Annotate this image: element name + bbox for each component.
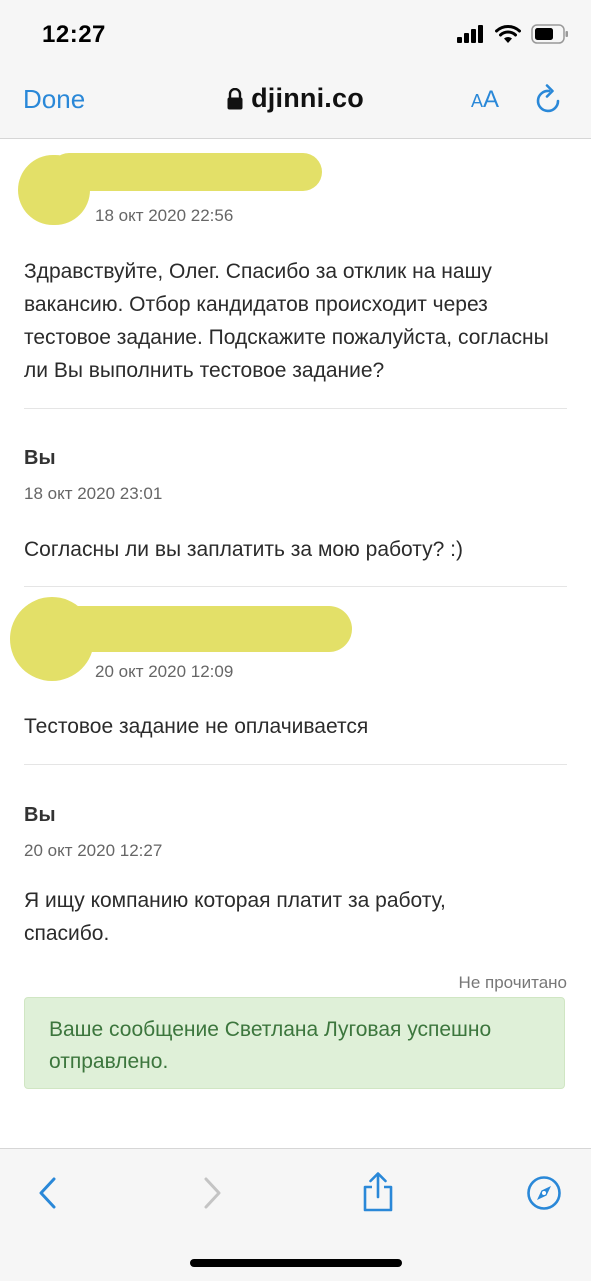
status-bar: 12:27 bbox=[0, 0, 591, 66]
message-text: Я ищу компанию которая платит за работу,… bbox=[24, 889, 446, 945]
message-text: Здравствуйте, Олег. Спасибо за отклик на… bbox=[24, 260, 549, 382]
divider bbox=[24, 764, 567, 765]
message-sender: Вы bbox=[24, 804, 56, 826]
browser-nav-bar: Done djinni.co AA bbox=[0, 66, 591, 139]
message-time: 20 окт 2020 12:27 bbox=[24, 841, 163, 860]
redacted-sender-mark bbox=[46, 606, 352, 652]
message-text: Согласны ли вы заплатить за мою работу? … bbox=[24, 538, 463, 561]
compass-icon[interactable] bbox=[526, 1175, 562, 1211]
share-icon[interactable] bbox=[360, 1171, 396, 1213]
divider bbox=[24, 586, 567, 587]
battery-icon bbox=[531, 24, 568, 44]
read-status: Не прочитано bbox=[458, 973, 567, 992]
success-alert-text: Ваше сообщение Светлана Луговая успешно … bbox=[49, 1018, 492, 1073]
message-sender: Вы bbox=[24, 447, 56, 469]
text-size-button[interactable]: AA bbox=[471, 86, 499, 114]
status-icons bbox=[457, 24, 569, 44]
lock-icon bbox=[227, 87, 243, 109]
back-icon[interactable] bbox=[36, 1175, 60, 1211]
url-text: djinni.co bbox=[251, 83, 364, 113]
success-alert: Ваше сообщение Светлана Луговая успешно … bbox=[24, 997, 565, 1089]
divider bbox=[24, 408, 567, 409]
status-time: 12:27 bbox=[42, 21, 106, 48]
redacted-sender-mark bbox=[50, 153, 322, 191]
text-size-large-letter: A bbox=[483, 86, 500, 113]
forward-icon[interactable] bbox=[200, 1175, 224, 1211]
message-time: 20 окт 2020 12:09 bbox=[95, 662, 234, 681]
cellular-signal-icon bbox=[457, 25, 483, 43]
home-indicator bbox=[190, 1259, 402, 1267]
wifi-icon bbox=[495, 24, 521, 43]
message-time: 18 окт 2020 22:56 bbox=[95, 206, 234, 225]
reload-icon[interactable] bbox=[535, 84, 563, 114]
message-text: Тестовое задание не оплачивается bbox=[24, 715, 369, 738]
message-time: 18 окт 2020 23:01 bbox=[24, 484, 163, 503]
address-bar[interactable]: djinni.co bbox=[0, 83, 591, 114]
text-size-small-letter: A bbox=[471, 91, 484, 111]
